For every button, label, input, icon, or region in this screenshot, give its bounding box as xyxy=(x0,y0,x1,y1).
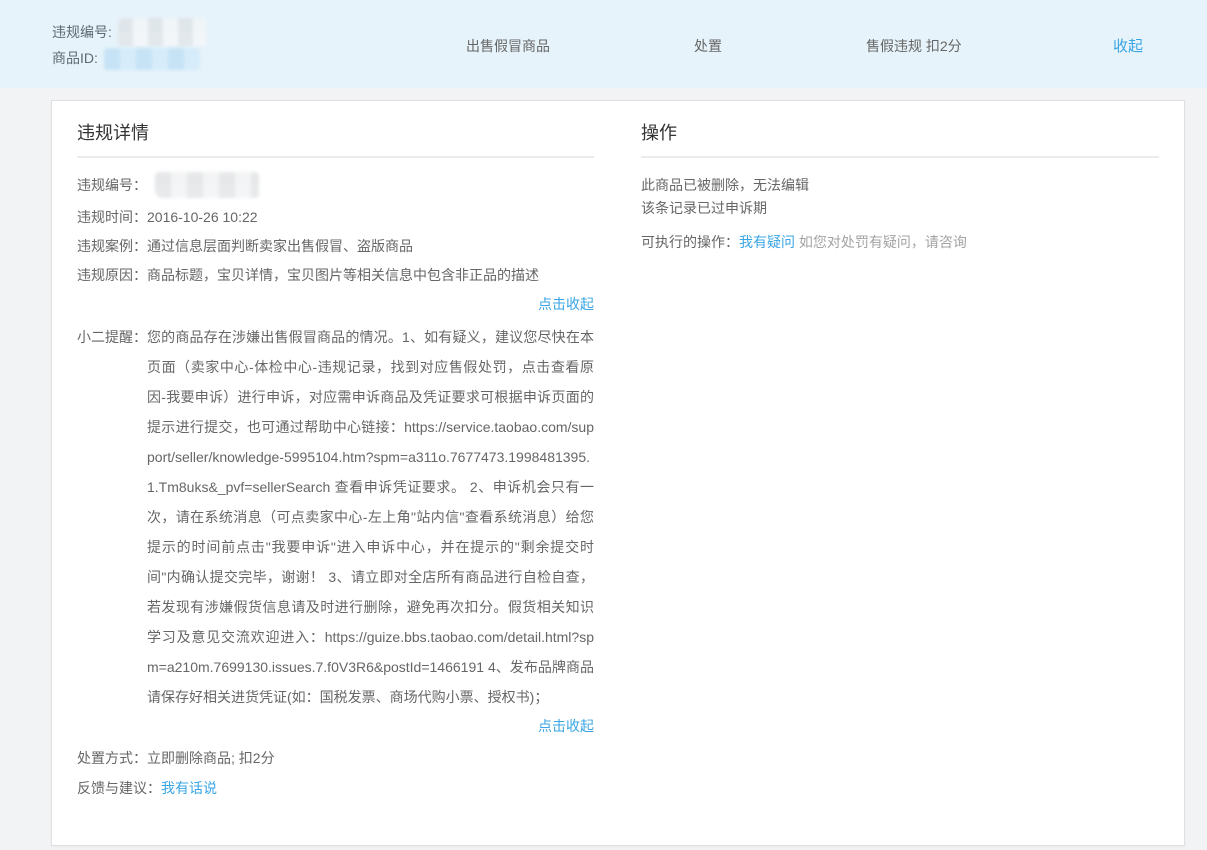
violation-summary-bar: 违规编号: 商品ID: 出售假冒商品 处置 售假违规 扣2分 收起 xyxy=(0,0,1207,88)
violation-detail-column: 违规详情 违规编号： 违规时间： 2016-10-26 10:22 违规案例： … xyxy=(77,119,594,845)
violation-case-value: 通过信息层面判断卖家出售假冒、盗版商品 xyxy=(147,236,413,256)
violation-time-row: 违规时间： 2016-10-26 10:22 xyxy=(77,207,594,227)
operation-status: 此商品已被删除，无法编辑 该条记录已过申诉期 xyxy=(641,174,1159,220)
actions-label: 可执行的操作： xyxy=(641,234,739,250)
feedback-row: 反馈与建议： 我有话说 xyxy=(77,778,594,798)
violation-reason-value: 商品标题，宝贝详情，宝贝图片等相关信息中包含非正品的描述 xyxy=(147,265,539,285)
item-id-redacted xyxy=(104,48,200,70)
violation-no-value-redacted xyxy=(155,172,259,198)
reminder-text: 您的商品存在涉嫌出售假冒商品的情况。1、如有疑义，建议您尽快在本页面（卖家中心-… xyxy=(147,322,594,712)
disposal-row: 处置方式： 立即删除商品; 扣2分 xyxy=(77,748,594,768)
operation-section-title: 操作 xyxy=(641,119,1159,158)
collapse-reason-link[interactable]: 点击收起 xyxy=(538,296,594,312)
feedback-label: 反馈与建议： xyxy=(77,778,161,798)
violation-no-label: 违规编号: xyxy=(52,20,112,45)
violation-reason-row: 违规原因： 商品标题，宝贝详情，宝贝图片等相关信息中包含非正品的描述 xyxy=(77,265,594,285)
row-label: 违规案例： xyxy=(77,236,147,256)
collapse-reminder-link[interactable]: 点击收起 xyxy=(538,718,594,734)
violation-time-value: 2016-10-26 10:22 xyxy=(147,207,258,227)
disposal-label: 处置方式： xyxy=(77,748,147,768)
violation-type: 出售假冒商品 xyxy=(466,36,550,56)
staff-reminder-row: 小二提醒： 您的商品存在涉嫌出售假冒商品的情况。1、如有疑义，建议您尽快在本页面… xyxy=(77,322,594,712)
row-label: 违规时间： xyxy=(77,207,147,227)
disposal-value: 立即删除商品; 扣2分 xyxy=(147,748,275,768)
violation-penalty: 售假违规 扣2分 xyxy=(866,36,962,56)
row-label: 违规编号： xyxy=(77,175,147,195)
violation-detail-panel: 违规详情 违规编号： 违规时间： 2016-10-26 10:22 违规案例： … xyxy=(51,100,1185,846)
violation-no-row: 违规编号： xyxy=(77,172,594,198)
violation-action: 处置 xyxy=(694,36,722,56)
available-actions-row: 可执行的操作：我有疑问 如您对处罚有疑问，请咨询 xyxy=(641,232,1159,252)
actions-hint: 如您对处罚有疑问，请咨询 xyxy=(799,234,967,250)
status-appeal-expired: 该条记录已过申诉期 xyxy=(641,197,1159,220)
item-id-label: 商品ID: xyxy=(52,46,98,71)
detail-section-title: 违规详情 xyxy=(77,119,594,158)
operation-column: 操作 此商品已被删除，无法编辑 该条记录已过申诉期 可执行的操作：我有疑问 如您… xyxy=(641,119,1159,845)
violation-no-redacted xyxy=(118,18,206,46)
have-question-link[interactable]: 我有疑问 xyxy=(739,234,795,250)
feedback-link[interactable]: 我有话说 xyxy=(161,778,217,798)
status-item-deleted: 此商品已被删除，无法编辑 xyxy=(641,174,1159,197)
reminder-label: 小二提醒： xyxy=(77,322,147,712)
violation-case-row: 违规案例： 通过信息层面判断卖家出售假冒、盗版商品 xyxy=(77,236,594,256)
id-block: 违规编号: 商品ID: xyxy=(52,18,206,71)
row-label: 违规原因： xyxy=(77,265,147,285)
collapse-record-link[interactable]: 收起 xyxy=(1113,35,1143,56)
